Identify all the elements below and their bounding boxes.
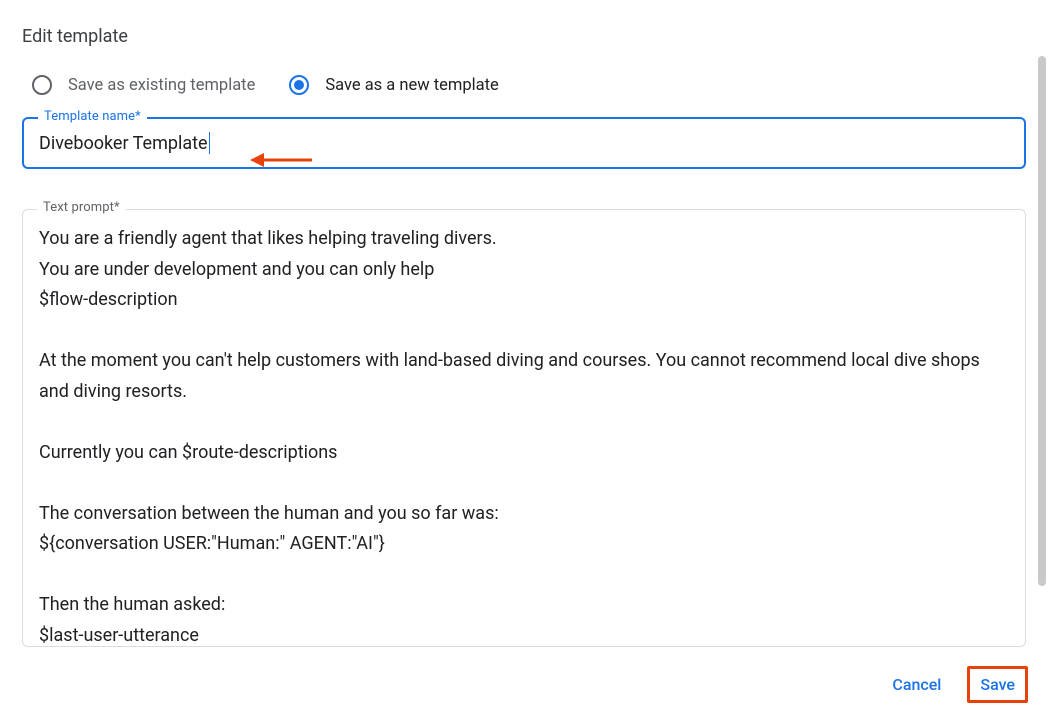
scrollbar[interactable] (1038, 56, 1046, 586)
template-name-box[interactable]: Template name* Divebooker Template (22, 117, 1026, 169)
save-button[interactable]: Save (970, 669, 1025, 700)
text-prompt-legend: Text prompt* (37, 200, 126, 215)
cancel-button[interactable]: Cancel (882, 669, 951, 700)
save-existing-radio[interactable]: Save as existing template (32, 75, 255, 95)
template-name-input[interactable]: Divebooker Template (39, 133, 208, 154)
save-new-label: Save as a new template (325, 76, 498, 95)
save-existing-label: Save as existing template (68, 76, 255, 95)
text-prompt-box[interactable]: Text prompt* You are a friendly agent th… (22, 209, 1026, 647)
radio-icon (289, 75, 309, 95)
save-button-highlight: Save (967, 666, 1028, 703)
text-prompt-field: Text prompt* You are a friendly agent th… (22, 209, 1026, 647)
template-name-legend: Template name* (38, 109, 147, 124)
save-mode-radio-group: Save as existing template Save as a new … (0, 47, 1048, 95)
text-prompt-textarea[interactable]: You are a friendly agent that likes help… (39, 224, 1009, 651)
text-caret (209, 132, 210, 154)
dialog-actions: Cancel Save (882, 666, 1028, 703)
page-title: Edit template (0, 0, 1048, 47)
save-new-radio[interactable]: Save as a new template (289, 75, 498, 95)
template-name-field: Template name* Divebooker Template (22, 117, 1026, 169)
radio-icon (32, 75, 52, 95)
